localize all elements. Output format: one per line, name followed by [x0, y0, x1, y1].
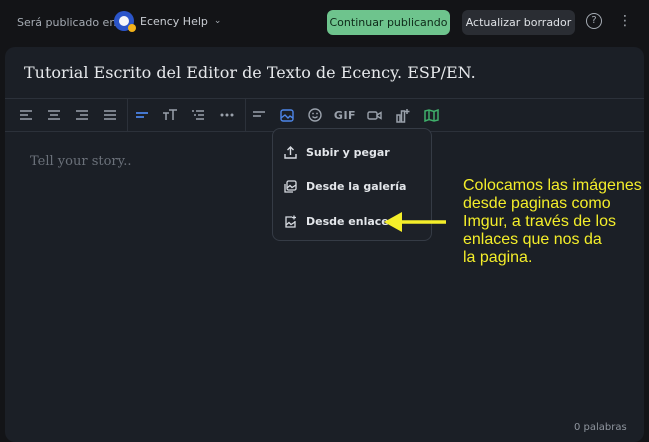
annotation-text: Colocamos las imágenes desde paginas com…	[463, 177, 649, 267]
annotation-line: desde paginas como	[463, 195, 611, 212]
chevron-down-icon: ⌄	[213, 16, 222, 26]
align-justify-icon[interactable]	[99, 99, 121, 131]
list-icon[interactable]	[187, 99, 209, 131]
gif-button[interactable]: GIF	[332, 99, 358, 131]
community-name: Ecency Help	[140, 14, 208, 28]
top-bar: Será publicado en Ecency Help ⌄ Continua…	[0, 0, 649, 46]
upload-icon	[283, 145, 297, 159]
align-left-icon[interactable]	[15, 99, 37, 131]
community-logo-icon	[114, 11, 136, 32]
toolbar-divider	[127, 99, 128, 131]
word-count: 0 palabras	[574, 422, 627, 433]
menu-item-from-gallery[interactable]: Desde la galería	[283, 177, 406, 195]
annotation-line: la pagina.	[463, 249, 533, 266]
annotation-arrow-icon	[384, 212, 446, 232]
more-options-icon[interactable]: ⋮	[618, 12, 632, 32]
more-formatting-icon[interactable]	[216, 99, 238, 131]
post-title[interactable]: Tutorial Escrito del Editor de Texto de …	[24, 63, 476, 82]
menu-item-upload-and-paste[interactable]: Subir y pegar	[283, 143, 390, 161]
editor-toolbar: GIF	[5, 98, 644, 132]
chart-poll-icon[interactable]	[392, 99, 414, 131]
update-draft-button[interactable]: Actualizar borrador	[462, 10, 575, 35]
emoji-icon[interactable]	[304, 99, 326, 131]
map-icon[interactable]	[420, 99, 442, 131]
image-link-icon	[283, 214, 297, 228]
align-right-icon[interactable]	[71, 99, 93, 131]
story-body-placeholder[interactable]: Tell your story..	[30, 154, 132, 169]
image-icon[interactable]	[276, 99, 298, 131]
gallery-icon	[283, 179, 297, 193]
help-icon[interactable]: ?	[586, 13, 602, 29]
community-selector[interactable]: Ecency Help ⌄	[114, 11, 222, 32]
annotation-line: Imgur, a través de los	[463, 213, 616, 230]
align-center-icon[interactable]	[43, 99, 65, 131]
video-icon[interactable]	[363, 99, 385, 131]
paragraph-icon[interactable]	[131, 99, 153, 131]
annotation-line: enlaces que nos da	[463, 231, 602, 248]
text-block-icon[interactable]	[248, 99, 270, 131]
continue-publishing-button[interactable]: Continuar publicando	[327, 10, 450, 35]
annotation-line: Colocamos las imágenes	[463, 177, 642, 194]
publish-destination-label: Será publicado en	[17, 16, 117, 29]
text-size-icon[interactable]	[159, 99, 181, 131]
toolbar-divider	[245, 99, 246, 131]
menu-item-from-link[interactable]: Desde enlace	[283, 212, 389, 230]
